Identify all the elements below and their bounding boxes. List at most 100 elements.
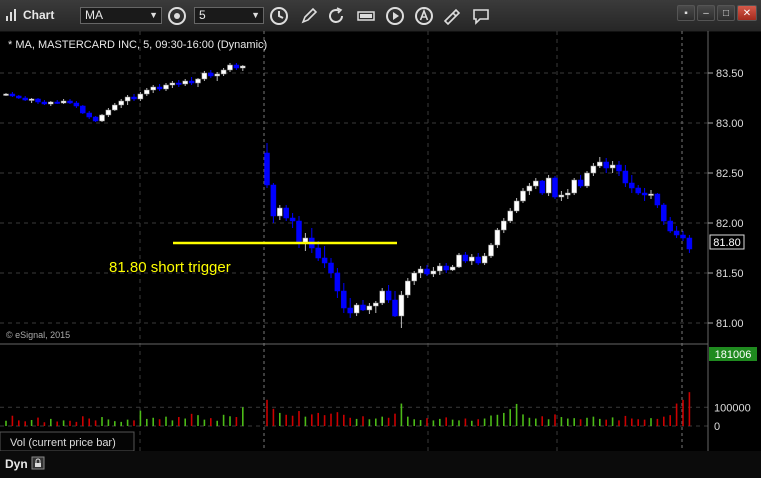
candle-body	[494, 229, 501, 246]
candle-body	[526, 185, 533, 192]
candle-body	[597, 161, 603, 167]
chart-icon	[6, 9, 16, 21]
candle-body	[35, 98, 41, 103]
candle-body	[641, 192, 648, 196]
maximize-icon[interactable]: □	[717, 5, 735, 21]
candle-body	[201, 72, 208, 80]
dynamic-mode-label[interactable]: Dyn	[5, 457, 28, 471]
app-title: Chart	[23, 8, 55, 22]
candle-body	[385, 290, 392, 301]
candle-body	[584, 172, 590, 187]
candle-body	[270, 184, 277, 217]
candle-body	[182, 80, 188, 85]
candle-body	[86, 112, 92, 118]
candle-body	[315, 247, 321, 259]
candle-body	[616, 164, 622, 172]
candle-body	[131, 96, 137, 100]
price-tick-label: 83.00	[716, 118, 744, 130]
candle-body	[411, 272, 417, 282]
play-icon[interactable]	[384, 5, 406, 27]
candle-body	[680, 234, 686, 239]
candle-body	[424, 268, 430, 275]
price-tick-label: 82.50	[716, 168, 744, 180]
close-icon[interactable]: ✕	[737, 5, 757, 21]
candle-body	[144, 89, 150, 95]
clock-icon[interactable]	[268, 5, 290, 27]
alert-icon[interactable]	[413, 5, 435, 27]
minimize-icon[interactable]: –	[697, 5, 715, 21]
candle-body	[565, 192, 571, 196]
chevron-down-icon[interactable]: ▼	[149, 8, 158, 23]
candle-body	[220, 69, 227, 75]
candle-body	[73, 102, 80, 107]
candle-body	[328, 262, 334, 274]
comment-icon[interactable]	[470, 5, 492, 27]
candle-body	[661, 204, 667, 222]
chart-header: * MA, MASTERCARD INC, 5, 09:30-16:00 (Dy…	[8, 39, 267, 51]
price-tick-label: 81.50	[716, 268, 744, 280]
candle-body	[443, 265, 449, 271]
chart-titlebar: Chart MA ▼ 5 ▼ ▪ – □ ✕	[0, 0, 761, 32]
candle-body	[437, 265, 443, 272]
candle-body	[673, 230, 680, 236]
candle-body	[603, 161, 609, 169]
candle-body	[590, 165, 597, 174]
interval-combo[interactable]: 5 ▼	[194, 7, 264, 24]
price-tick-label: 83.50	[716, 68, 744, 80]
volume-study-label: Vol (current price bar)	[10, 437, 116, 449]
trigger-annotation: 81.80 short trigger	[109, 259, 231, 276]
candle-body	[321, 257, 328, 264]
candle-body	[469, 256, 475, 262]
candle-body	[277, 207, 283, 217]
candle-body	[137, 93, 144, 100]
price-marker: 81.80	[713, 237, 741, 249]
chevron-down-icon[interactable]: ▼	[251, 8, 260, 23]
candle-body	[398, 294, 405, 317]
candle-body	[488, 244, 494, 257]
interval-value: 5	[199, 8, 206, 22]
chart-settings-icon[interactable]	[166, 5, 188, 27]
pencil-icon[interactable]	[298, 5, 320, 27]
symbol-value: MA	[85, 8, 103, 22]
candle-body	[507, 210, 513, 222]
candle-body	[169, 82, 176, 86]
candle-body	[360, 304, 366, 311]
lock-icon[interactable]	[31, 456, 45, 470]
candle-body	[449, 266, 456, 271]
volume-tick-label: 100000	[714, 402, 751, 414]
candle-body	[16, 95, 22, 99]
candle-body	[417, 268, 424, 274]
candle-body	[188, 80, 195, 84]
candle-body	[513, 200, 520, 212]
candle-body	[54, 101, 60, 104]
candle-body	[289, 217, 296, 222]
candle-body	[214, 73, 220, 77]
candle-body	[105, 109, 112, 116]
candle-body	[392, 299, 398, 317]
quote-icon[interactable]	[355, 5, 377, 27]
candle-body	[366, 305, 373, 311]
volume-marker: 181006	[715, 349, 752, 361]
candle-body	[533, 180, 539, 187]
candle-body	[686, 237, 693, 250]
candle-body	[430, 270, 437, 275]
refresh-icon[interactable]	[325, 5, 347, 27]
candle-body	[3, 93, 9, 96]
candle-body	[373, 302, 379, 307]
candle-body	[667, 220, 673, 232]
candle-body	[648, 193, 654, 196]
candle-body	[41, 101, 48, 105]
pin-icon[interactable]: ▪	[677, 5, 695, 21]
price-chart[interactable]: * MA, MASTERCARD INC, 5, 09:30-16:00 (Dy…	[0, 31, 761, 451]
edit-tags-icon[interactable]	[441, 5, 463, 27]
candle-body	[558, 194, 565, 198]
candle-body	[654, 193, 661, 206]
candle-body	[629, 182, 635, 189]
candle-body	[92, 116, 99, 122]
symbol-combo[interactable]: MA ▼	[80, 7, 162, 24]
candle-body	[501, 220, 507, 231]
candle-body	[22, 97, 28, 101]
candle-body	[545, 177, 552, 194]
esignal-watermark: © eSignal, 2015	[6, 330, 70, 340]
candle-body	[571, 179, 577, 194]
